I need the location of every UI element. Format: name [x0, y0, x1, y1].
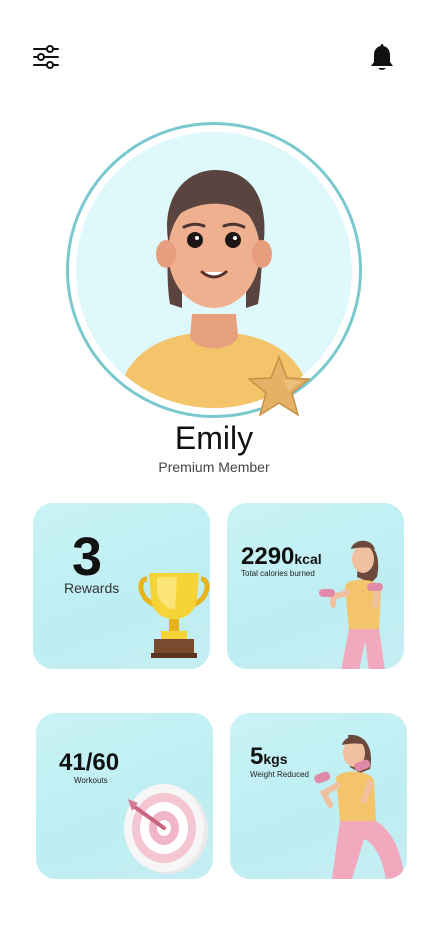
top-bar	[0, 0, 428, 110]
workouts-label: Workouts	[74, 776, 108, 785]
membership-label: Premium Member	[158, 459, 270, 475]
calories-unit: kcal	[294, 551, 322, 567]
woman-squat-illustration	[314, 734, 404, 879]
weight-unit: kgs	[263, 751, 288, 767]
trophy-icon	[138, 573, 210, 658]
weight-label: Weight Reduced	[250, 770, 309, 779]
woman-dumbbell-illustration	[319, 540, 385, 669]
profile-avatar[interactable]	[66, 122, 362, 418]
weight-card[interactable]: 5kgs Weight Reduced	[230, 713, 407, 879]
weight-value-line: 5kgs	[250, 743, 287, 771]
calories-value-line: 2290kcal	[241, 543, 322, 571]
profile-name: Emily	[174, 420, 254, 456]
calories-label: Total calories burned	[241, 569, 315, 578]
workouts-card[interactable]: 41/60 Workouts	[36, 713, 213, 879]
filter-button[interactable]	[26, 37, 66, 77]
rewards-count: 3	[72, 527, 103, 587]
notifications-button[interactable]	[362, 37, 402, 77]
weight-value: 5	[250, 743, 264, 770]
rewards-card[interactable]: 3 Rewards	[33, 503, 210, 669]
calories-card[interactable]: 2290kcal Total calories burned	[227, 503, 404, 669]
target-icon	[124, 784, 208, 874]
star-icon	[247, 354, 311, 417]
bell-icon	[371, 44, 393, 70]
workouts-value: 41/60	[59, 749, 120, 776]
rewards-label: Rewards	[64, 580, 120, 596]
sliders-icon	[33, 45, 59, 69]
calories-value: 2290	[241, 543, 295, 570]
